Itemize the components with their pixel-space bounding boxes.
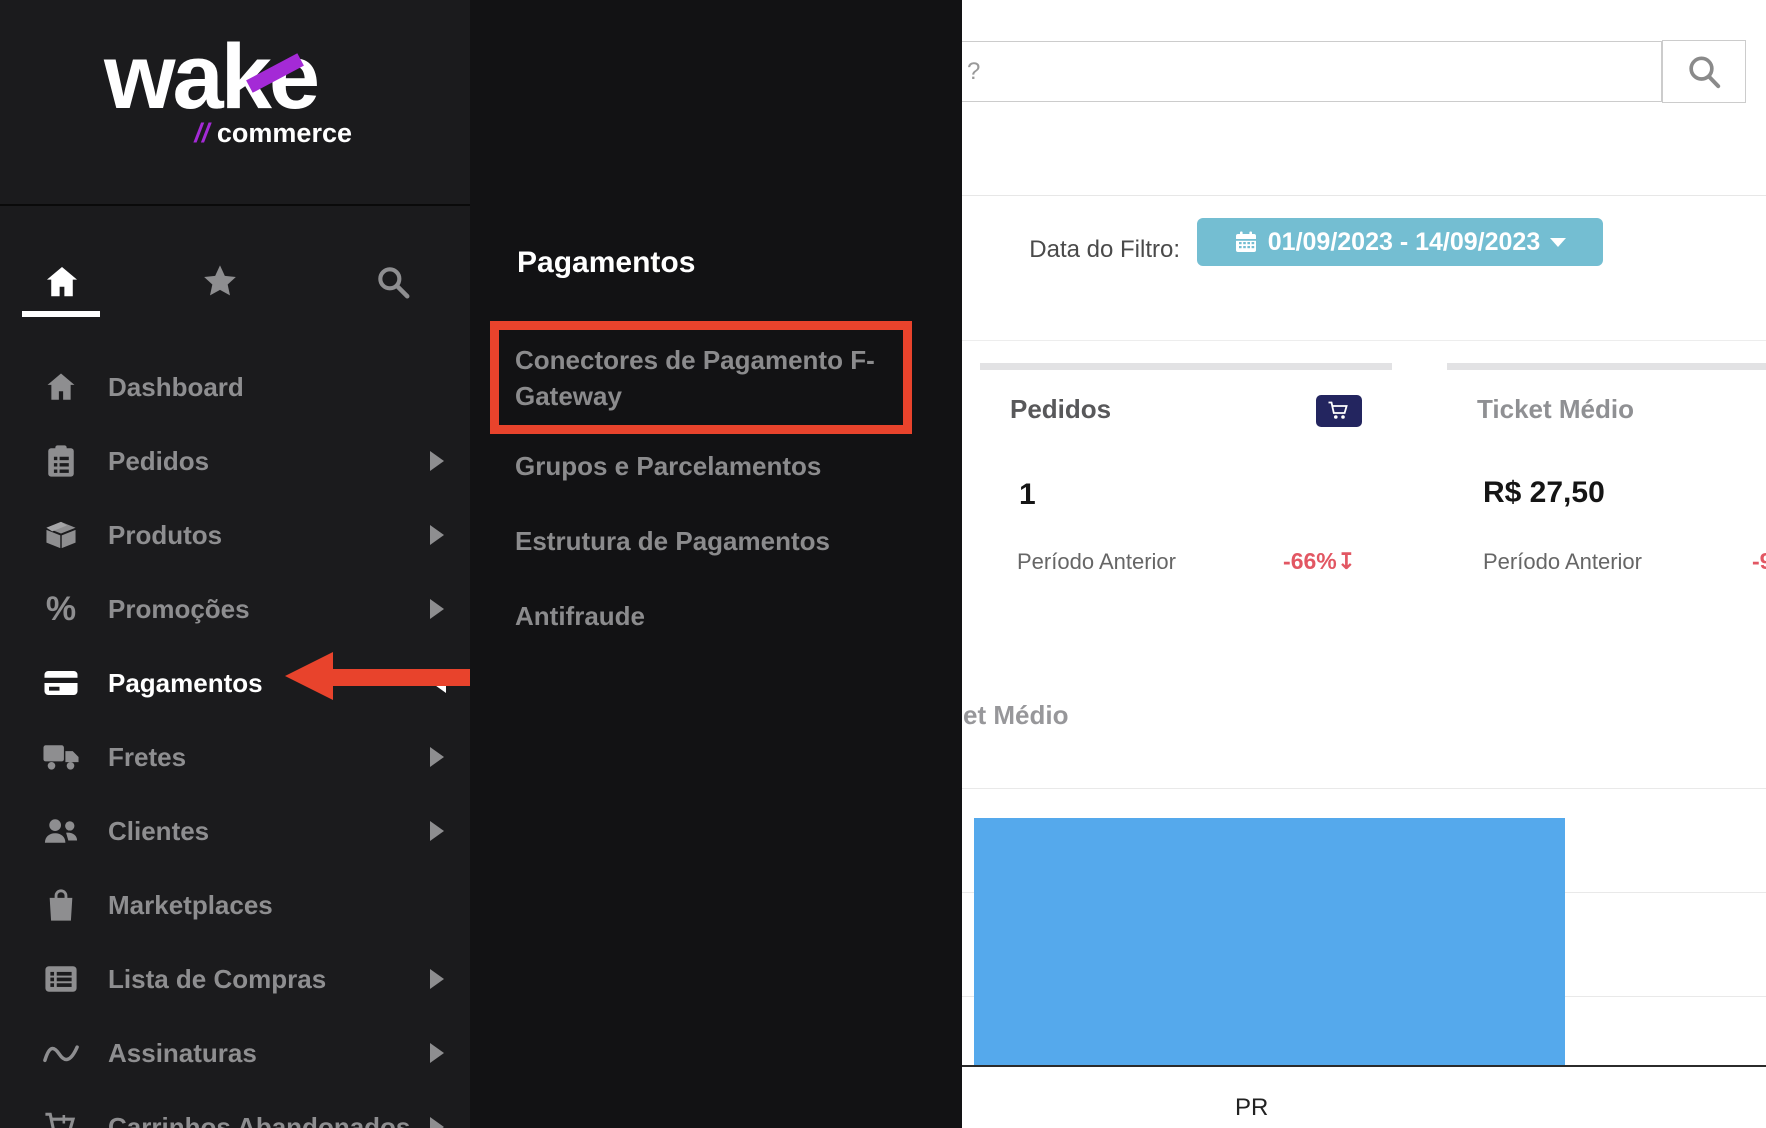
- chevron-right-icon: [430, 451, 444, 471]
- chevron-right-icon: [430, 969, 444, 989]
- annotation-arrow-head: [285, 652, 333, 700]
- date-range-value: 01/09/2023 - 14/09/2023: [1268, 228, 1540, 257]
- card-top-bar: [1447, 363, 1766, 370]
- cart-icon: [1327, 401, 1351, 421]
- app-canvas: wake // commerce Dashboard Pedidos P: [0, 0, 1766, 1128]
- chevron-right-icon: [430, 599, 444, 619]
- wake-commerce-logo: wake // commerce: [104, 30, 364, 150]
- chart-bar-pr: [974, 818, 1565, 1066]
- change-percent-pedidos: -66%↧: [1230, 548, 1356, 575]
- logo-subtitle: // commerce: [104, 118, 352, 149]
- card-title-ticket-medio: Ticket Médio: [1477, 394, 1634, 425]
- submenu-item-grupos-e-parcelamentos[interactable]: Grupos e Parcelamentos: [515, 448, 907, 484]
- sidebar-item-fretes[interactable]: Fretes: [0, 720, 470, 794]
- pagamentos-flyout-panel: Pagamentos Conectores de Pagamento F-Gat…: [470, 0, 962, 1128]
- percent-icon: %: [40, 590, 82, 629]
- shopping-bag-icon: [40, 888, 82, 922]
- sidebar-item-pedidos[interactable]: Pedidos: [0, 424, 470, 498]
- card-top-bar: [980, 363, 1392, 370]
- logo-wordmark: wake: [104, 30, 364, 125]
- sidebar-item-label: Pagamentos: [108, 668, 263, 699]
- search-icon: [374, 263, 412, 301]
- wave-icon: [40, 1040, 82, 1066]
- flyout-title: Pagamentos: [517, 246, 695, 280]
- sidebar-item-label: Carrinhos Abandonados: [108, 1112, 410, 1128]
- sidebar-item-label: Marketplaces: [108, 890, 273, 921]
- logo-suffix: commerce: [217, 118, 352, 148]
- period-anterior-label: Período Anterior: [1017, 549, 1176, 575]
- sidebar-item-label: Dashboard: [108, 372, 244, 403]
- date-filter-label: Data do Filtro:: [980, 236, 1180, 264]
- chevron-right-icon: [430, 525, 444, 545]
- tab-favorites[interactable]: [200, 262, 240, 302]
- sidebar-item-label: Pedidos: [108, 446, 209, 477]
- sidebar-item-lista-de-compras[interactable]: Lista de Compras: [0, 942, 470, 1016]
- search-placeholder: ?: [967, 42, 980, 101]
- chevron-right-icon: [430, 821, 444, 841]
- sidebar-divider: [0, 204, 470, 206]
- chart-x-tick-label: PR: [1235, 1094, 1268, 1122]
- home-icon: [40, 370, 82, 404]
- search-button[interactable]: [1662, 40, 1746, 103]
- change-percent-ticket-medio: -9: [1752, 548, 1766, 575]
- sidebar-item-carrinhos-abandonados[interactable]: Carrinhos Abandonados: [0, 1090, 470, 1128]
- calendar-icon: [1234, 230, 1258, 254]
- card-value-pedidos: 1: [1019, 478, 1036, 512]
- truck-icon: [40, 742, 82, 772]
- chart-tab-ticket-medio[interactable]: et Médio: [963, 700, 1068, 731]
- sidebar-item-label: Clientes: [108, 816, 209, 847]
- sidebar-item-marketplaces[interactable]: Marketplaces: [0, 868, 470, 942]
- sidebar-item-label: Lista de Compras: [108, 964, 326, 995]
- list-icon: [40, 964, 82, 994]
- card-title-pedidos: Pedidos: [1010, 394, 1111, 425]
- sidebar-item-label: Produtos: [108, 520, 222, 551]
- open-box-icon: [40, 519, 82, 551]
- star-icon: [200, 262, 240, 302]
- search-icon: [1684, 52, 1724, 92]
- sidebar-item-dashboard[interactable]: Dashboard: [0, 350, 470, 424]
- chart-gridline: [962, 788, 1766, 789]
- period-anterior-label: Período Anterior: [1483, 549, 1642, 575]
- annotation-arrow-shaft: [330, 669, 470, 686]
- home-icon: [43, 263, 81, 301]
- sidebar-item-assinaturas[interactable]: Assinaturas: [0, 1016, 470, 1090]
- users-icon: [40, 816, 82, 846]
- caret-down-icon: [1550, 238, 1566, 247]
- sidebar-item-label: Fretes: [108, 742, 186, 773]
- sidebar-item-clientes[interactable]: Clientes: [0, 794, 470, 868]
- logo-slashes: //: [194, 118, 209, 148]
- chevron-right-icon: [430, 1043, 444, 1063]
- sidebar-item-produtos[interactable]: Produtos: [0, 498, 470, 572]
- card-value-ticket-medio: R$ 27,50: [1483, 476, 1605, 510]
- sidebar-item-promocoes[interactable]: % Promoções: [0, 572, 470, 646]
- tab-home[interactable]: [42, 262, 82, 302]
- active-tab-underline: [22, 311, 100, 317]
- cart-badge: [1316, 395, 1362, 427]
- chevron-right-icon: [430, 747, 444, 767]
- credit-card-icon: [40, 668, 82, 698]
- submenu-item-estrutura-de-pagamentos[interactable]: Estrutura de Pagamentos: [515, 523, 907, 559]
- sidebar-item-label: Assinaturas: [108, 1038, 257, 1069]
- date-range-button[interactable]: 01/09/2023 - 14/09/2023: [1197, 218, 1603, 266]
- chevron-right-icon: [430, 1117, 444, 1128]
- cart-icon: [40, 1111, 82, 1128]
- sidebar-item-label: Promoções: [108, 594, 250, 625]
- tab-search[interactable]: [373, 262, 413, 302]
- submenu-item-antifraude[interactable]: Antifraude: [515, 598, 907, 634]
- sidebar: wake // commerce Dashboard Pedidos P: [0, 0, 470, 1128]
- submenu-item-conectores-de-pagamento-f-gateway[interactable]: Conectores de Pagamento F-Gateway: [515, 342, 907, 414]
- clipboard-icon: [40, 444, 82, 478]
